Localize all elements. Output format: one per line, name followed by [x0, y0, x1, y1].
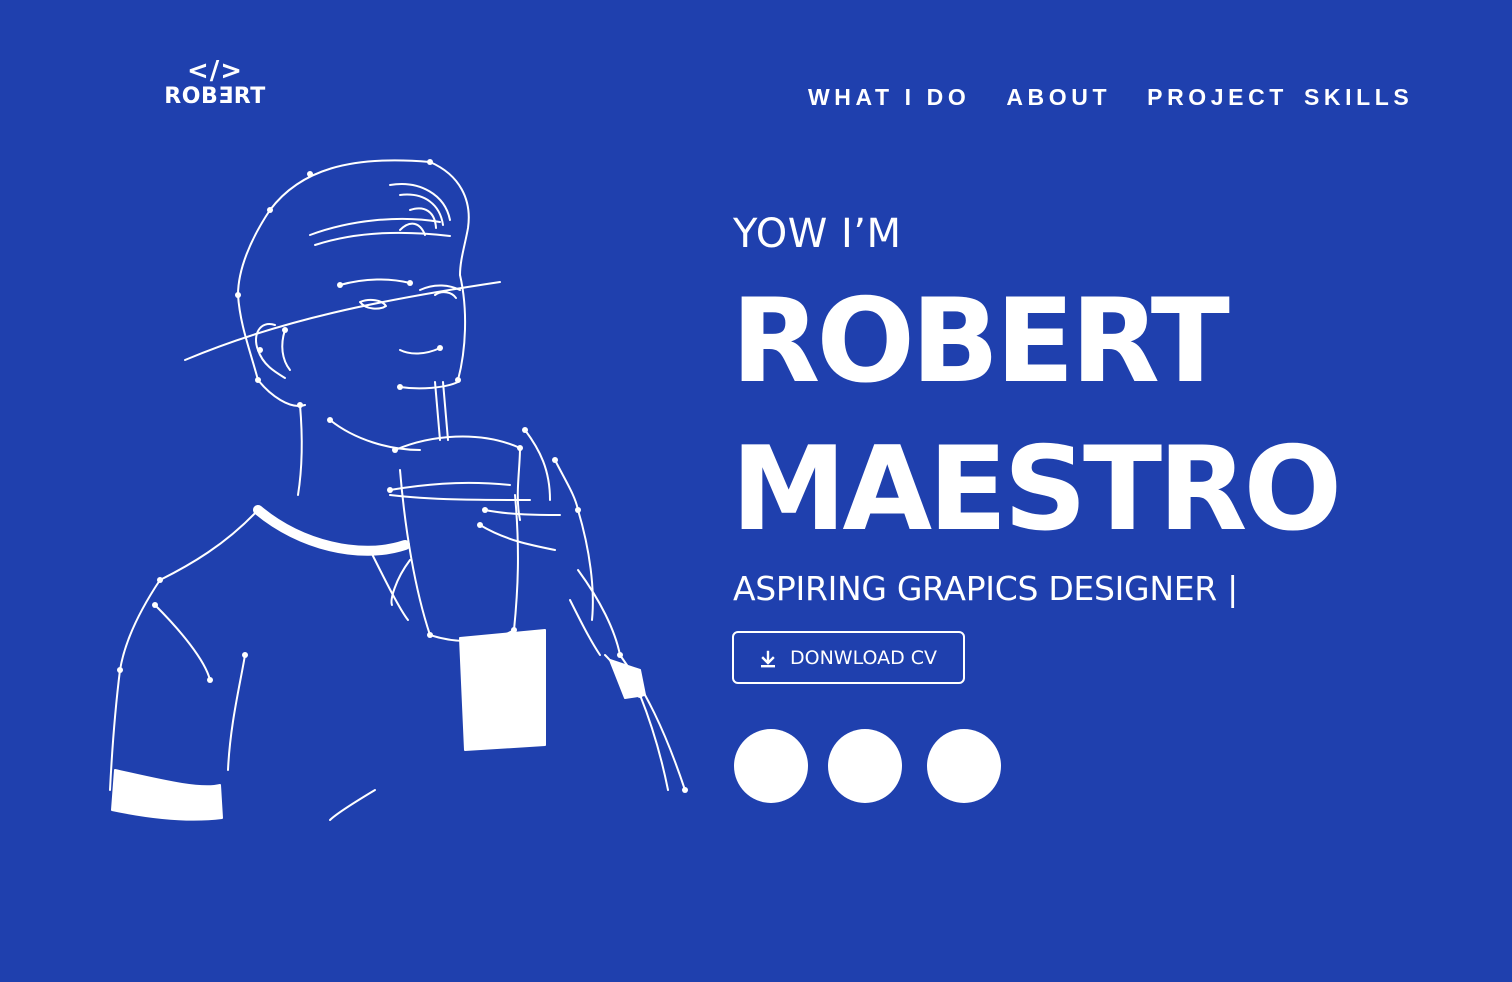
nav-item-about[interactable]: ABOUT [1006, 84, 1111, 111]
hero-name-last: MAESTRO [731, 422, 1342, 557]
social-icon[interactable] [828, 729, 902, 803]
hero-greeting: YOW I’M [733, 211, 902, 257]
portrait-illustration [109, 159, 688, 821]
nav-item-skills[interactable]: SKILLS [1304, 84, 1413, 111]
download-cv-button[interactable]: DONWLOAD CV [732, 631, 965, 684]
main-nav: WHAT I DO ABOUT PROJECT SKILLS [808, 82, 1413, 112]
social-icon[interactable] [734, 729, 808, 803]
logo-text: ROBƎRT [164, 84, 266, 109]
nav-item-what-i-do[interactable]: WHAT I DO [808, 84, 970, 111]
download-icon [761, 650, 775, 667]
hero-name-first: ROBERT [731, 274, 1230, 409]
hero-name: ROBERT MAESTRO [731, 268, 1342, 564]
social-icon[interactable] [927, 729, 1001, 803]
social-links [734, 729, 1021, 803]
logo-link[interactable]: </> ROBƎRT [150, 58, 280, 110]
hero-role: ASPIRING GRAPICS DESIGNER | [733, 569, 1238, 608]
nav-item-project[interactable]: PROJECT [1147, 84, 1288, 111]
code-brackets-icon: </> [186, 56, 244, 86]
download-cv-label: DONWLOAD CV [790, 646, 938, 669]
